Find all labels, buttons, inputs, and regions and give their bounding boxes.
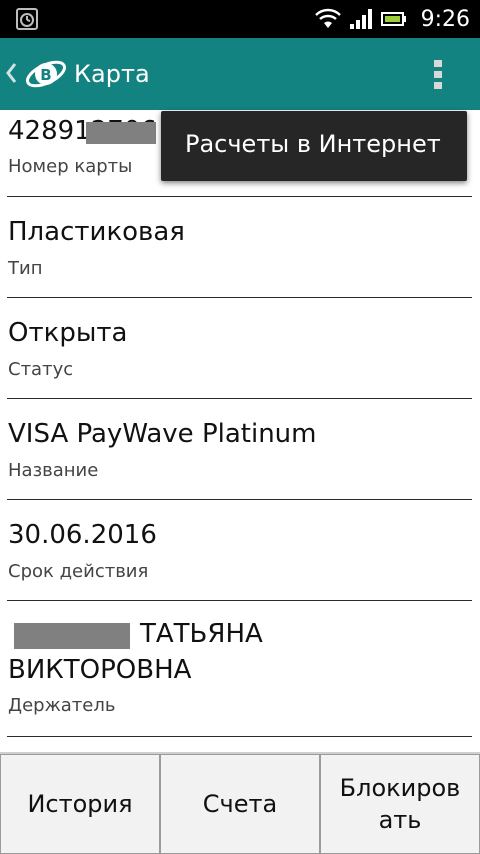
status-bar: 9:26 [0,0,480,38]
signal-icon [349,9,372,29]
wifi-icon [314,8,341,28]
block-card-button[interactable]: Блокиров ать [320,754,480,854]
holder-value-line2: ВИКТОРОВНА [8,655,192,685]
expiry-label: Срок действия [8,561,149,582]
redaction-block [14,623,130,649]
list-item-name[interactable]: VISA PayWave Platinum Название [0,399,480,499]
holder-value-line1: ТАТЬЯНА [140,619,263,649]
expiry-value: 30.06.2016 [8,520,157,550]
accounts-button[interactable]: Счета [160,754,320,854]
block-button-label: Блокиров ать [340,772,461,836]
status-label: Статус [8,359,74,380]
action-bar: В Карта [0,38,480,110]
type-value: Пластиковая [8,217,185,247]
card-name-value: VISA PayWave Platinum [8,419,317,449]
menu-item-internet-payments[interactable]: Расчеты в Интернет [185,130,441,158]
holder-label: Держатель [8,695,116,716]
block-button-label-line1: Блокиров [339,774,461,802]
divider [7,736,472,737]
history-button[interactable]: История [0,754,160,854]
bottom-button-bar: История Счета Блокиров ать [0,752,480,854]
overflow-popup-menu: Расчеты в Интернет [161,111,467,181]
list-item-expiry[interactable]: 30.06.2016 Срок действия [0,500,480,600]
battery-icon [380,12,406,26]
history-button-label: История [27,790,133,818]
list-item-type[interactable]: Пластиковая Тип [0,197,480,297]
accounts-button-label: Счета [202,790,278,818]
block-button-label-line2: ать [378,806,422,834]
status-value: Открыта [8,318,128,348]
type-label: Тип [8,258,43,279]
card-number-label: Номер карты [8,156,133,177]
svg-text:В: В [40,66,51,84]
overflow-menu-icon[interactable] [428,58,448,92]
status-icons: 9:26 [314,0,470,38]
status-time: 9:26 [420,6,470,32]
app-logo-icon[interactable]: В [24,54,68,94]
list-item-status[interactable]: Открыта Статус [0,298,480,398]
page-title: Карта [74,60,150,88]
redaction-block [86,122,156,144]
card-name-label: Название [8,460,99,481]
list-item-holder[interactable]: ТАТЬЯНА ВИКТОРОВНА Держатель [0,601,480,736]
alarm-icon [16,8,38,30]
back-chevron-icon[interactable] [4,61,18,85]
